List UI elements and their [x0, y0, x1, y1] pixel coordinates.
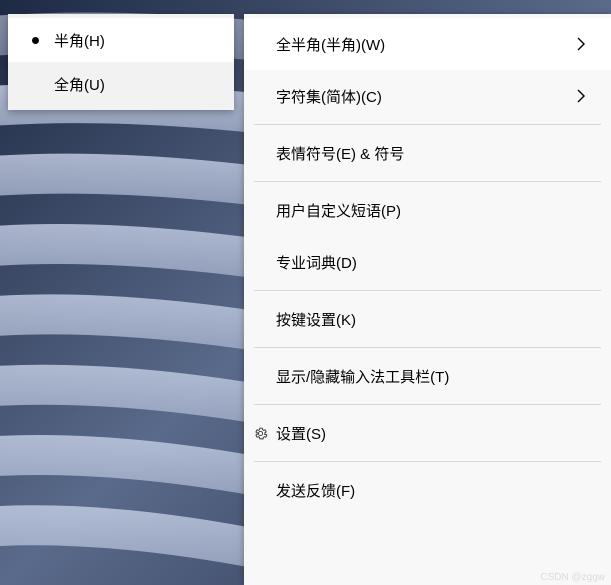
chevron-right-icon	[573, 88, 589, 104]
menu-item-label: 发送反馈(F)	[276, 480, 589, 501]
menu-separator	[254, 124, 601, 125]
menu-item-charset[interactable]: 字符集(简体)(C)	[244, 70, 611, 122]
menu-item-label: 全半角(半角)(W)	[276, 34, 573, 55]
menu-item-send-feedback[interactable]: 发送反馈(F)	[244, 464, 611, 516]
menu-item-professional-dict[interactable]: 专业词典(D)	[244, 236, 611, 288]
gear-icon	[250, 426, 270, 441]
menu-item-user-phrases[interactable]: 用户自定义短语(P)	[244, 184, 611, 236]
menu-item-halfwidth-fullwidth[interactable]: 全半角(半角)(W)	[244, 18, 611, 70]
menu-item-label: 按键设置(K)	[276, 309, 589, 330]
radio-selected-icon	[28, 37, 42, 44]
width-submenu: 半角(H) 全角(U)	[8, 14, 234, 110]
menu-item-label: 显示/隐藏输入法工具栏(T)	[276, 366, 589, 387]
ime-context-menu: 全半角(半角)(W) 字符集(简体)(C) 表情符号(E) & 符号 用户自定义…	[244, 14, 611, 585]
menu-item-label: 专业词典(D)	[276, 252, 589, 273]
menu-separator	[254, 290, 601, 291]
menu-item-settings[interactable]: 设置(S)	[244, 407, 611, 459]
menu-item-label: 设置(S)	[276, 423, 589, 444]
menu-separator	[254, 461, 601, 462]
watermark-text: CSDN @zggw	[540, 572, 605, 583]
menu-item-toggle-toolbar[interactable]: 显示/隐藏输入法工具栏(T)	[244, 350, 611, 402]
menu-item-label: 用户自定义短语(P)	[276, 200, 589, 221]
menu-separator	[254, 347, 601, 348]
submenu-item-fullwidth[interactable]: 全角(U)	[8, 62, 234, 106]
menu-separator	[254, 181, 601, 182]
menu-item-label: 表情符号(E) & 符号	[276, 143, 589, 164]
submenu-item-label: 半角(H)	[54, 30, 105, 51]
menu-item-emoji-symbols[interactable]: 表情符号(E) & 符号	[244, 127, 611, 179]
chevron-right-icon	[573, 36, 589, 52]
menu-item-key-settings[interactable]: 按键设置(K)	[244, 293, 611, 345]
submenu-item-halfwidth[interactable]: 半角(H)	[8, 18, 234, 62]
submenu-item-label: 全角(U)	[54, 74, 105, 95]
menu-item-label: 字符集(简体)(C)	[276, 86, 573, 107]
menu-separator	[254, 404, 601, 405]
